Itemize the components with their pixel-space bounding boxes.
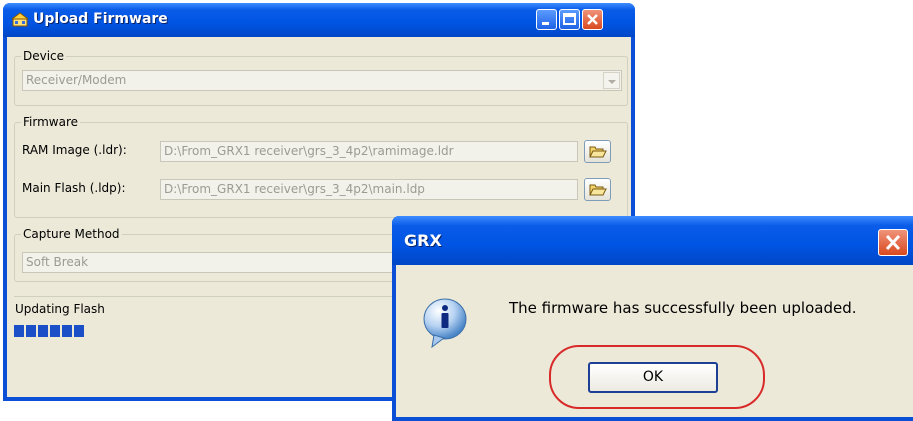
main-flash-field[interactable]: D:\From_GRX1 receiver\grs_3_4p2\main.ldp: [160, 179, 578, 200]
dialog-title: GRX: [404, 231, 442, 250]
progress-segment: [26, 325, 36, 337]
main-flash-label: Main Flash (.ldp):: [22, 181, 126, 195]
dialog-title-bar[interactable]: GRX: [392, 216, 913, 265]
main-flash-browse-button[interactable]: [584, 178, 611, 201]
title-bar[interactable]: Upload Firmware: [3, 3, 635, 37]
app-icon: [12, 12, 28, 27]
info-icon: [423, 298, 467, 349]
maximize-button[interactable]: [559, 9, 580, 30]
capture-method-label: Capture Method: [21, 227, 122, 241]
minimize-button[interactable]: [536, 9, 557, 30]
main-flash-value: D:\From_GRX1 receiver\grs_3_4p2\main.ldp: [164, 182, 425, 196]
ok-button-highlight-ring: [549, 345, 765, 409]
capture-method-value: Soft Break: [26, 255, 89, 269]
progress-segment: [14, 325, 24, 337]
maximize-icon: [563, 13, 576, 25]
ram-image-label: RAM Image (.ldr):: [22, 143, 127, 157]
status-label: Updating Flash: [15, 302, 105, 316]
capture-method-select[interactable]: Soft Break: [22, 252, 402, 273]
minimize-icon: [542, 22, 549, 25]
dialog-message: The firmware has successfully been uploa…: [509, 299, 857, 317]
folder-open-icon: [589, 184, 607, 196]
ram-image-field[interactable]: D:\From_GRX1 receiver\grs_3_4p2\ramimage…: [160, 141, 578, 162]
status-divider: [14, 296, 394, 297]
folder-open-icon: [589, 146, 607, 158]
progress-segment: [62, 325, 72, 337]
progress-bar: [14, 325, 84, 337]
device-select[interactable]: Receiver/Modem: [22, 70, 622, 91]
dropdown-arrow-icon[interactable]: [603, 72, 620, 89]
window-title: Upload Firmware: [33, 11, 168, 27]
device-group-label: Device: [21, 49, 67, 63]
close-button[interactable]: [582, 9, 603, 30]
ram-image-value: D:\From_GRX1 receiver\grs_3_4p2\ramimage…: [164, 144, 454, 158]
close-icon: [587, 14, 598, 25]
progress-segment: [74, 325, 84, 337]
ram-image-browse-button[interactable]: [584, 140, 611, 163]
firmware-group-label: Firmware: [21, 115, 80, 129]
dialog-close-button[interactable]: [878, 229, 908, 256]
progress-segment: [50, 325, 60, 337]
progress-segment: [38, 325, 48, 337]
device-select-value: Receiver/Modem: [26, 73, 127, 87]
firmware-group: Firmware: [14, 115, 628, 218]
close-icon: [885, 234, 901, 251]
